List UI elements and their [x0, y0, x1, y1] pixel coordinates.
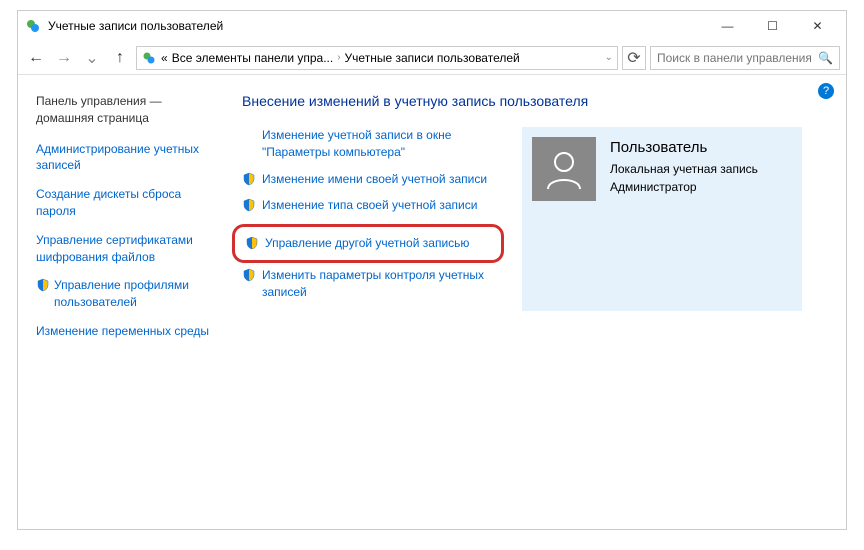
back-button[interactable]: ← [24, 46, 48, 70]
sidebar-link-env-vars[interactable]: Изменение переменных среды [36, 323, 216, 340]
minimize-button[interactable]: — [705, 12, 750, 40]
shield-icon [36, 278, 50, 292]
action-links: Изменение учетной записи в окне "Парамет… [242, 127, 502, 311]
control-panel-window: Учетные записи пользователей — ☐ ✕ ← → ⌄… [17, 10, 847, 530]
sidebar-link-certificates[interactable]: Управление сертификатами шифрования файл… [36, 232, 216, 266]
window-controls: — ☐ ✕ [705, 12, 840, 40]
chevron-right-icon: › [337, 52, 340, 63]
recent-button[interactable]: ⌄ [80, 46, 104, 70]
chevron-down-icon[interactable]: ⌄ [605, 52, 613, 63]
refresh-button[interactable]: ⟳ [622, 46, 646, 70]
search-box[interactable]: 🔍 [650, 46, 840, 70]
shield-icon [245, 236, 259, 250]
user-accounts-icon [24, 17, 42, 35]
sidebar-link-profiles[interactable]: Управление профилями пользователей [36, 277, 216, 311]
highlight-annotation: Управление другой учетной записью [232, 224, 504, 263]
avatar [532, 137, 596, 201]
shield-icon [242, 198, 256, 212]
breadcrumb-item[interactable]: Все элементы панели упра... [172, 51, 334, 65]
sidebar-link-password-reset[interactable]: Создание дискеты сброса пароля [36, 186, 216, 220]
user-info: Пользователь Локальная учетная запись Ад… [610, 137, 758, 196]
content-area: ? Панель управления — домашняя страница … [18, 75, 846, 529]
user-name: Пользователь [610, 137, 758, 160]
sidebar: Панель управления — домашняя страница Ад… [18, 75, 228, 529]
window-title: Учетные записи пользователей [48, 19, 705, 33]
maximize-button[interactable]: ☐ [750, 12, 795, 40]
toolbar: ← → ⌄ ↑ « Все элементы панели упра... › … [18, 41, 846, 75]
shield-icon [242, 268, 256, 282]
user-icon [540, 145, 588, 193]
help-icon[interactable]: ? [818, 83, 834, 99]
user-accounts-icon [141, 50, 157, 66]
breadcrumb-item[interactable]: Учетные записи пользователей [345, 51, 520, 65]
forward-button[interactable]: → [52, 46, 76, 70]
account-type: Локальная учетная запись [610, 160, 758, 178]
main-panel: Внесение изменений в учетную запись поль… [228, 75, 846, 529]
sidebar-home-link[interactable]: Панель управления — домашняя страница [36, 93, 216, 127]
address-bar[interactable]: « Все элементы панели упра... › Учетные … [136, 46, 618, 70]
breadcrumb-prefix: « [161, 51, 168, 65]
user-card: Пользователь Локальная учетная запись Ад… [522, 127, 802, 311]
account-role: Администратор [610, 178, 758, 196]
titlebar: Учетные записи пользователей — ☐ ✕ [18, 11, 846, 41]
link-change-name[interactable]: Изменение имени своей учетной записи [242, 171, 502, 188]
up-button[interactable]: ↑ [108, 46, 132, 70]
close-button[interactable]: ✕ [795, 12, 840, 40]
search-icon[interactable]: 🔍 [818, 51, 833, 65]
link-change-type[interactable]: Изменение типа своей учетной записи [242, 197, 502, 214]
search-input[interactable] [657, 51, 818, 65]
page-title: Внесение изменений в учетную запись поль… [242, 93, 832, 109]
link-manage-other-account[interactable]: Управление другой учетной записью [245, 235, 491, 252]
main-area: Изменение учетной записи в окне "Парамет… [242, 127, 832, 311]
link-uac-settings[interactable]: Изменить параметры контроля учетных запи… [242, 267, 502, 301]
shield-icon [242, 172, 256, 186]
link-change-in-settings[interactable]: Изменение учетной записи в окне "Парамет… [262, 127, 502, 161]
sidebar-link-admin-accounts[interactable]: Администрирование учетных записей [36, 141, 216, 175]
